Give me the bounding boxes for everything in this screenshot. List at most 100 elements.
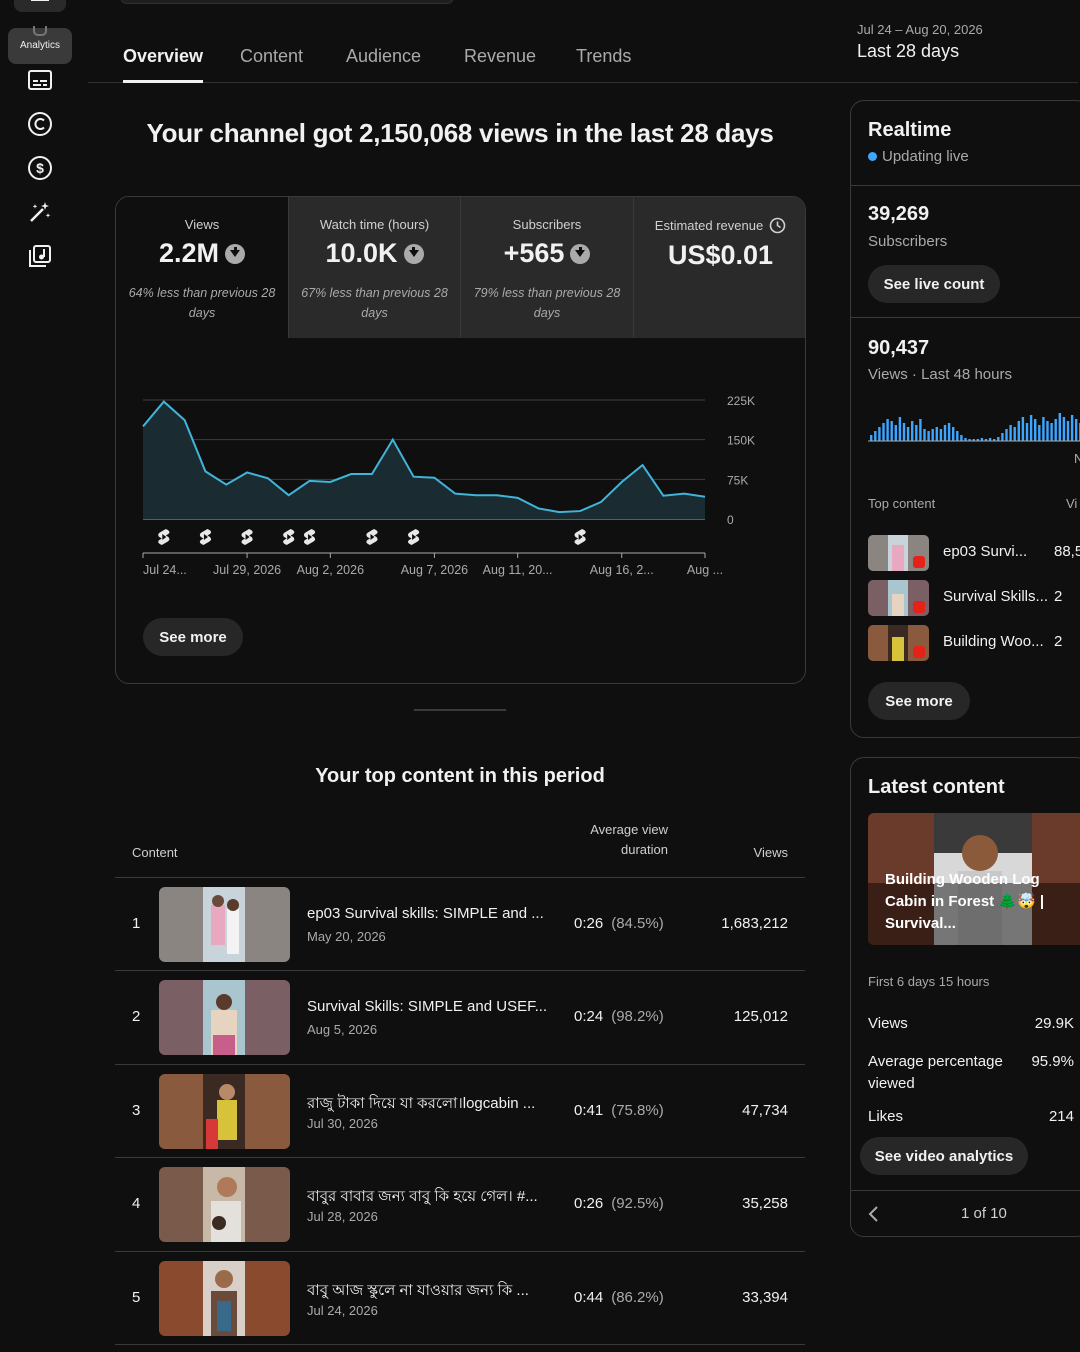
realtime-status: Updating live [868,148,969,165]
realtime-bar [935,427,938,441]
realtime-top-item[interactable]: Building Woo... 2 [868,625,1080,661]
realtime-bar [997,437,1000,441]
row-date: Jul 24, 2026 [307,1303,378,1318]
row-title[interactable]: ep03 Survival skills: SIMPLE and ... [307,905,552,922]
metric-revenue-value: US$0.01 [667,240,774,270]
x-tick-label: Jul 24... [143,563,187,577]
table-row[interactable]: 4 বাবুর বাবার জন্য বাবু কি হয়ে গেল। #..… [115,1157,805,1250]
date-range-picker[interactable]: Jul 24 – Aug 20, 2026 Last 28 days [857,22,983,62]
row-avd: 0:44 (86.2%) [574,1289,664,1306]
realtime-top-item[interactable]: ep03 Survi... 88,5 [868,535,1080,571]
tab-trends[interactable]: Trends [576,46,631,82]
row-title[interactable]: বাবুর বাবার জন্য বাবু কি হয়ে গেল। #... [307,1185,552,1210]
row-views: 33,394 [742,1289,788,1306]
tab-content[interactable]: Content [240,46,303,82]
realtime-48h-bar-chart[interactable] [868,401,1080,445]
metric-views[interactable]: Views 2.2M 64% less than previous 28 day… [116,197,288,338]
video-thumbnail[interactable] [159,1074,290,1149]
chevron-left-icon[interactable] [867,1205,881,1223]
metric-watch-time[interactable]: Watch time (hours) 10.0K 67% less than p… [288,197,460,338]
search-bar[interactable] [120,0,454,4]
row-rank: 4 [132,1195,141,1212]
earn-dollar-icon[interactable]: $ [26,154,54,182]
video-thumbnail[interactable] [159,887,290,962]
arrow-down-icon [570,243,591,264]
video-thumbnail[interactable] [159,1167,290,1242]
realtime-bar [1001,433,1004,441]
video-thumbnail[interactable] [159,1261,290,1336]
subtitles-icon[interactable] [26,66,54,94]
x-tick-label: Aug 7, 2026 [401,563,468,577]
metric-watch-time-value: 10.0K [325,238,398,268]
table-row[interactable]: 3 রাজু টাকা দিয়ে যা করলো।logcabin ... J… [115,1064,805,1157]
row-rank: 1 [132,915,141,932]
shorts-icon [913,556,925,568]
see-video-analytics-button[interactable]: See video analytics [860,1137,1028,1175]
metric-subscribers-value: +565 [503,238,565,268]
col-header-avd[interactable]: Average view duration [578,820,668,860]
realtime-bar [927,431,930,441]
views-chart[interactable]: 225K 150K 75K 0 Jul 24... Jul 29, 2026 Aug 2, … [116,338,806,608]
realtime-bar [1013,427,1016,441]
row-avd: 0:41 (75.8%) [574,1102,664,1119]
realtime-bar [1054,419,1057,441]
table-row[interactable]: 2 Survival Skills: SIMPLE and USEF... Au… [115,970,805,1063]
y-tick-label: 225K [727,394,755,408]
realtime-bar [1046,421,1049,441]
dashboard-icon[interactable] [14,0,66,12]
realtime-bar [1017,421,1020,441]
realtime-panel: Realtime Updating live 39,269 Subscriber… [850,100,1080,738]
x-tick-label: Jul 29, 2026 [213,563,281,577]
col-header-content: Content [132,845,178,860]
realtime-bar [1070,415,1074,441]
top-content-label: Top content [868,496,936,511]
table-row[interactable]: 5 বাবু আজ স্কুলে না যাওয়ার জন্য কি ... … [115,1251,805,1344]
col-header-views[interactable]: Views [730,843,788,863]
customization-wand-icon[interactable] [26,198,54,226]
realtime-bar [894,425,897,441]
latest-content-title: Latest content [868,776,1005,798]
realtime-see-more-button[interactable]: See more [868,682,970,720]
see-live-count-button[interactable]: See live count [868,265,1000,303]
nav-item-analytics-label: Analytics [19,40,60,51]
shorts-upload-marker [366,529,378,545]
realtime-bar [1025,423,1029,441]
tab-revenue[interactable]: Revenue [464,46,536,82]
analytics-icon [33,26,47,36]
row-rank: 2 [132,1008,141,1025]
realtime-bar [939,429,943,441]
realtime-bar [1034,419,1037,441]
shorts-upload-marker [303,529,316,545]
latest-content-panel: Latest content Building Wooden Log Cabin… [850,757,1080,1237]
row-title[interactable]: বাবু আজ স্কুলে না যাওয়ার জন্য কি ... [307,1279,552,1304]
metric-revenue[interactable]: Estimated revenue US$0.01 [633,197,805,338]
realtime-bar [1042,417,1045,441]
realtime-top-item-title: Survival Skills... [943,588,1049,605]
table-row[interactable]: 1 ep03 Survival skills: SIMPLE and ... M… [115,877,805,970]
row-views: 47,734 [742,1102,788,1119]
video-thumbnail[interactable] [159,980,290,1055]
see-more-button[interactable]: See more [143,618,243,656]
overview-card: Views 2.2M 64% less than previous 28 day… [115,196,806,684]
tab-overview[interactable]: Overview [123,46,204,83]
live-dot-icon [868,152,877,161]
metric-subscribers[interactable]: Subscribers +565 79% less than previous … [460,197,633,338]
nav-item-analytics[interactable]: Analytics [8,26,72,64]
realtime-bar [1066,421,1070,441]
copyright-icon[interactable] [26,110,54,138]
row-title[interactable]: রাজু টাকা দিয়ে যা করলো।logcabin ... [307,1092,552,1117]
clock-icon [769,217,786,234]
realtime-top-item-views: 88,5 [1054,543,1080,560]
left-nav-rail: Analytics $ [0,0,80,1352]
shorts-icon [913,601,925,613]
realtime-top-item[interactable]: Survival Skills... 2 [868,580,1080,616]
latest-video-title: Building Wooden Log Cabin in Forest 🌲🤯 |… [885,871,1045,932]
row-title[interactable]: Survival Skills: SIMPLE and USEF... [307,998,552,1015]
latest-video-thumbnail[interactable]: Building Wooden Log Cabin in Forest 🌲🤯 |… [868,813,1080,945]
realtime-bar [1075,419,1078,441]
audio-library-icon[interactable] [26,242,54,270]
row-avd: 0:26 (84.5%) [574,915,664,932]
shorts-upload-marker [241,529,253,545]
realtime-bar [956,431,959,441]
tab-audience[interactable]: Audience [346,46,421,82]
